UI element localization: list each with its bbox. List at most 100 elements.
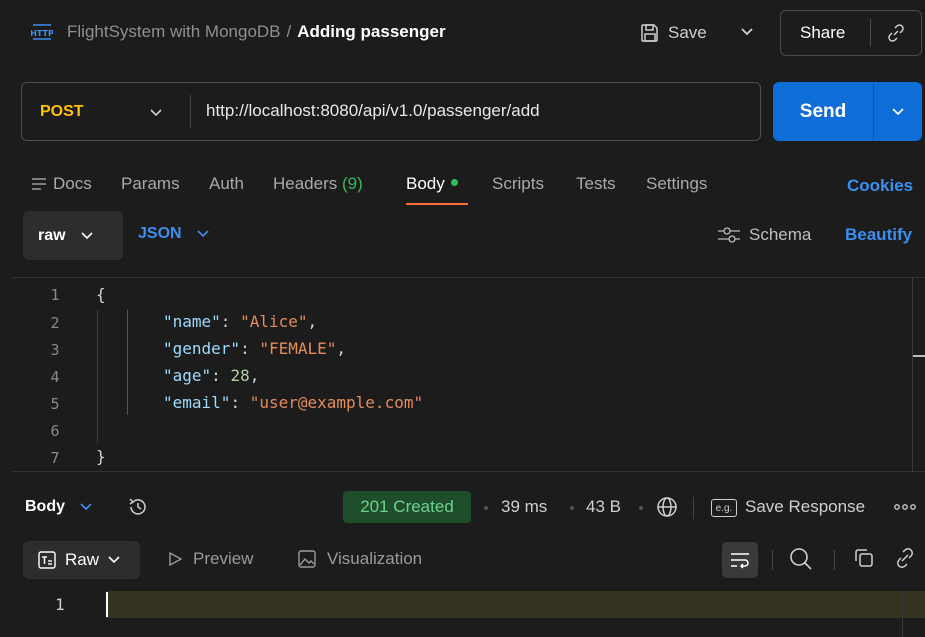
meta-divider <box>693 497 694 519</box>
breadcrumb-separator: / <box>286 22 292 41</box>
more-options-icon[interactable] <box>893 500 917 514</box>
tab-body-label: Body <box>406 174 445 193</box>
line-number: 6 <box>50 422 60 440</box>
copy-icon[interactable] <box>852 546 876 570</box>
code-open-brace: { <box>96 285 106 304</box>
schema-label: Schema <box>749 225 812 244</box>
json-colon: : <box>240 339 260 358</box>
response-time[interactable]: 39 ms <box>501 497 547 517</box>
save-button[interactable]: Save <box>640 16 707 50</box>
body-mode-select[interactable]: raw <box>23 211 123 260</box>
request-body-editor[interactable] <box>12 277 925 472</box>
send-button[interactable]: Send <box>773 101 873 123</box>
json-comma: , <box>307 312 318 331</box>
chevron-down-icon <box>197 230 209 238</box>
save-response-button[interactable]: Save Response <box>745 497 865 517</box>
line-number: 7 <box>50 449 60 467</box>
indent-guide <box>127 310 128 415</box>
body-format-label: JSON <box>138 225 182 242</box>
line-number: 3 <box>50 341 60 359</box>
response-line-number: 1 <box>55 595 65 614</box>
wrap-icon <box>731 553 749 569</box>
preview-label: Preview <box>193 549 254 568</box>
send-options-button[interactable] <box>874 104 922 120</box>
response-body-select[interactable]: Body <box>25 498 93 516</box>
link-icon[interactable] <box>893 546 917 570</box>
method-select[interactable]: POST <box>40 103 84 121</box>
tab-headers-label: Headers <box>273 174 338 193</box>
response-view-select[interactable]: Raw <box>23 541 140 579</box>
cookies-link[interactable]: Cookies <box>847 176 913 196</box>
editor-scrollbar-thumb[interactable] <box>913 355 925 357</box>
schema-button[interactable]: Schema <box>717 225 811 245</box>
url-input[interactable]: http://localhost:8080/api/v1.0/passenger… <box>206 101 746 121</box>
meta-dot <box>639 506 643 510</box>
headers-count: (9) <box>342 174 363 193</box>
json-comma: , <box>249 366 260 385</box>
preview-button[interactable]: Preview <box>167 549 253 569</box>
tab-scripts[interactable]: Scripts <box>492 174 544 194</box>
response-body-label: Body <box>25 498 65 515</box>
json-colon: : <box>211 366 231 385</box>
json-key: "email" <box>163 393 231 412</box>
raw-text-icon <box>38 551 56 569</box>
history-icon[interactable] <box>126 495 150 519</box>
text-cursor <box>106 592 108 617</box>
body-format-select[interactable]: JSON <box>138 225 210 243</box>
search-icon[interactable] <box>788 546 814 572</box>
breadcrumb-collection[interactable]: FlightSystem with MongoDB <box>67 22 281 41</box>
example-icon: e.g. <box>711 499 737 517</box>
meta-dot <box>570 506 574 510</box>
meta-dot <box>484 506 488 510</box>
tab-docs[interactable]: Docs <box>53 174 92 194</box>
share-group: Share <box>780 10 922 56</box>
json-value: 28 <box>230 366 250 385</box>
share-button[interactable]: Share <box>781 23 870 43</box>
sliders-icon <box>718 227 740 243</box>
copy-link-button[interactable] <box>871 23 921 43</box>
response-view-label: Raw <box>65 550 100 569</box>
chevron-down-icon[interactable] <box>147 104 165 122</box>
json-value: "Alice" <box>240 312 308 331</box>
save-icon <box>641 24 658 42</box>
beautify-button[interactable]: Beautify <box>845 225 912 245</box>
active-tab-underline <box>406 203 468 205</box>
wrap-lines-button[interactable] <box>722 542 758 578</box>
editor-scrollbar-track <box>912 277 913 472</box>
code-line: "gender": "FEMALE", <box>163 339 346 358</box>
line-number: 4 <box>50 368 60 386</box>
chevron-down-icon[interactable] <box>737 22 757 42</box>
breadcrumb-request-name[interactable]: Adding passenger <box>297 22 445 41</box>
json-key: "gender" <box>163 339 241 358</box>
json-colon: : <box>220 312 241 331</box>
json-comma: , <box>336 339 347 358</box>
line-number: 2 <box>50 314 60 332</box>
code-close-brace: } <box>96 447 106 466</box>
indent-guide <box>97 310 98 443</box>
json-colon: : <box>230 393 250 412</box>
line-number: 1 <box>50 286 60 304</box>
tab-settings[interactable]: Settings <box>646 174 707 194</box>
image-icon <box>298 550 316 568</box>
json-key: "age" <box>163 366 212 385</box>
tab-body[interactable]: Body <box>406 174 458 194</box>
tab-auth[interactable]: Auth <box>209 174 244 194</box>
code-line: "email": "user@example.com" <box>163 393 423 412</box>
response-size[interactable]: 43 B <box>586 497 621 517</box>
svg-text:HTTP: HTTP <box>31 29 53 38</box>
status-badge[interactable]: 201 Created <box>343 491 471 523</box>
tab-tests[interactable]: Tests <box>576 174 616 194</box>
tab-headers[interactable]: Headers (9) <box>273 174 363 194</box>
chevron-down-icon <box>80 503 92 511</box>
tab-params[interactable]: Params <box>121 174 180 194</box>
toolbar-divider <box>834 550 835 570</box>
response-active-line[interactable] <box>106 591 925 618</box>
visualization-button[interactable]: Visualization <box>297 549 422 569</box>
chevron-down-icon <box>81 231 93 239</box>
toolbar-divider <box>772 550 773 570</box>
link-icon <box>888 24 904 42</box>
send-group: Send <box>773 82 922 141</box>
body-indicator-dot <box>450 179 458 187</box>
globe-icon[interactable] <box>655 495 679 519</box>
breadcrumb: FlightSystem with MongoDB / Adding passeng… <box>67 22 446 42</box>
